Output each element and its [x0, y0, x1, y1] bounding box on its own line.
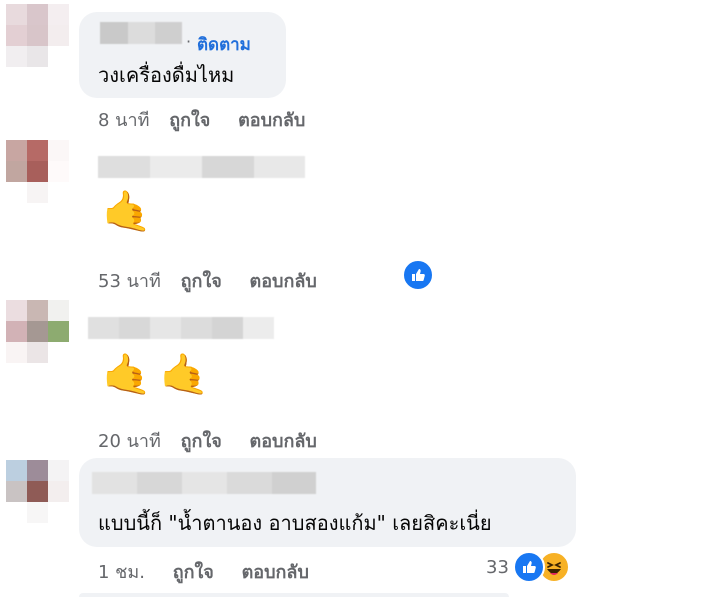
timestamp[interactable]: 53 นาที: [98, 271, 161, 292]
comment-1: · ติดตาม วงเครื่องดื่มไหม 8 นาที ถูกใจ ต…: [0, 0, 707, 140]
commenter-name[interactable]: [92, 472, 316, 494]
commenter-name[interactable]: [98, 156, 305, 178]
reply-action[interactable]: ตอบกลับ: [250, 271, 317, 292]
comment-meta: 1 ชม. ถูกใจ ตอบกลับ: [98, 557, 309, 586]
reaction-count[interactable]: 33: [486, 557, 509, 578]
separator-dot: ·: [186, 32, 192, 51]
comment-meta: 53 นาที ถูกใจ ตอบกลับ: [98, 266, 317, 295]
avatar[interactable]: [6, 4, 69, 67]
like-action[interactable]: ถูกใจ: [173, 562, 214, 583]
reply-action[interactable]: ตอบกลับ: [238, 110, 305, 131]
call-me-hand-emoji: 🤙: [102, 189, 152, 235]
avatar[interactable]: [6, 460, 69, 523]
comment-text: แบบนี้ก็ "น้ำตานอง อาบสองแก้ม" เลยสิคะเน…: [98, 511, 492, 535]
like-action[interactable]: ถูกใจ: [181, 431, 222, 452]
like-reaction-icon[interactable]: [402, 259, 434, 291]
reply-action[interactable]: ตอบกลับ: [250, 431, 317, 452]
like-action[interactable]: ถูกใจ: [169, 110, 210, 131]
timestamp[interactable]: 1 ชม.: [98, 562, 145, 583]
comment-3: 🤙🤙 20 นาที ถูกใจ ตอบกลับ: [0, 300, 707, 455]
call-me-hand-emoji-pair: 🤙🤙: [102, 352, 218, 398]
comment-4: แบบนี้ก็ "น้ำตานอง อาบสองแก้ม" เลยสิคะเน…: [0, 455, 707, 597]
avatar[interactable]: [6, 300, 69, 363]
comment-2: 🤙 53 นาที ถูกใจ ตอบกลับ: [0, 140, 707, 300]
timestamp[interactable]: 20 นาที: [98, 431, 161, 452]
comment-meta: 8 นาที ถูกใจ ตอบกลับ: [98, 105, 305, 134]
follow-link[interactable]: ติดตาม: [197, 31, 251, 58]
commenter-name[interactable]: [100, 22, 182, 44]
comment-meta: 20 นาที ถูกใจ ตอบกลับ: [98, 426, 317, 455]
commenter-name[interactable]: [88, 317, 274, 339]
comment-text: วงเครื่องดื่มไหม: [98, 63, 235, 87]
reply-action[interactable]: ตอบกลับ: [242, 562, 309, 583]
like-action[interactable]: ถูกใจ: [181, 271, 222, 292]
next-comment-edge: [79, 593, 509, 597]
avatar[interactable]: [6, 140, 69, 203]
timestamp[interactable]: 8 นาที: [98, 110, 149, 131]
like-reaction-icon[interactable]: [513, 551, 545, 583]
